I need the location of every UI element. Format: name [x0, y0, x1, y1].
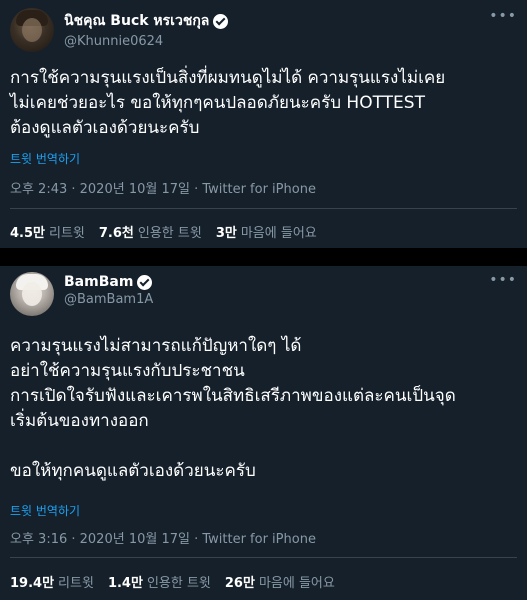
retweets-count: 4.5만 [10, 226, 45, 241]
author-names: นิชคุณ Buck หรเวชกุล @Khunnie0624 [64, 10, 229, 49]
divider [10, 557, 517, 558]
verified-badge-icon [213, 13, 229, 29]
translate-tweet-link[interactable]: 트윗 번역하기 [10, 150, 80, 167]
likes-label: 마음에 들어요 [258, 576, 335, 591]
author-display-name-row[interactable]: นิชคุณ Buck หรเวชกุล [64, 10, 229, 32]
quotes-count: 1.4만 [107, 576, 143, 591]
tweet-timestamp[interactable]: 오후 3:16 · 2020년 10월 17일 · Twitter for iP… [10, 528, 316, 547]
tweet-card-khunnie[interactable]: นิชคุณ Buck หรเวชกุล @Khunnie0624 ••• กา… [0, 0, 527, 248]
author-names: BamBam @BamBam1A [64, 274, 153, 307]
avatar-face [22, 18, 42, 42]
avatar[interactable] [10, 8, 54, 52]
author-handle[interactable]: @BamBam1A [64, 292, 153, 307]
tweet-text: ความรุนแรงไม่สามารถแก้ปัญหาใดๆ ได้ อย่าใ… [10, 336, 456, 481]
author-display-name[interactable]: BamBam [64, 274, 133, 290]
likes-count: 26만 [224, 576, 255, 591]
tweet-text: การใช้ความรุนแรงเป็นสิ่งที่ผมทนดูไม่ได้ … [10, 68, 446, 138]
retweets-label: 리트윗 [58, 576, 94, 591]
tweet-header: BamBam @BamBam1A ••• [10, 272, 517, 318]
likes-label: 마음에 들어요 [240, 226, 317, 241]
quotes-label: 인용한 트윗 [137, 226, 202, 241]
more-horizontal-icon[interactable]: ••• [489, 272, 517, 288]
translate-tweet-link[interactable]: 트윗 번역하기 [10, 502, 80, 519]
tweet-header: นิชคุณ Buck หรเวชกุล @Khunnie0624 ••• [10, 8, 517, 54]
author-display-name-row[interactable]: BamBam [64, 274, 153, 290]
retweets-stat[interactable]: 19.4만 리트윗 [10, 572, 94, 591]
tweet-card-bambam[interactable]: BamBam @BamBam1A ••• ความรุนแรงไม่สามารถ… [0, 266, 527, 600]
more-horizontal-icon[interactable]: ••• [489, 8, 517, 24]
retweets-label: 리트윗 [49, 226, 85, 241]
avatar-face [22, 282, 42, 306]
likes-count: 3만 [215, 226, 237, 241]
author-handle[interactable]: @Khunnie0624 [64, 34, 228, 49]
avatar[interactable] [10, 272, 54, 316]
likes-stat[interactable]: 26만 마음에 들어요 [225, 572, 335, 591]
tweet-timestamp[interactable]: 오후 2:43 · 2020년 10월 17일 · Twitter for iP… [10, 178, 316, 197]
divider [10, 208, 517, 209]
verified-badge-icon [137, 274, 153, 290]
retweets-stat[interactable]: 4.5만 리트윗 [10, 222, 85, 241]
quotes-label: 인용한 트윗 [146, 576, 211, 591]
tweet-stats: 19.4만 리트윗 1.4만 인용한 트윗 26만 마음에 들어요 [10, 572, 517, 591]
quotes-stat[interactable]: 1.4만 인용한 트윗 [108, 572, 211, 591]
tweet-stats: 4.5만 리트윗 7.6천 인용한 트윗 3만 마음에 들어요 [10, 222, 517, 241]
quotes-count: 7.6천 [98, 226, 134, 241]
quotes-stat[interactable]: 7.6천 인용한 트윗 [99, 222, 202, 241]
tweet-separator [0, 248, 527, 266]
likes-stat[interactable]: 3만 마음에 들어요 [216, 222, 317, 241]
retweets-count: 19.4만 [10, 576, 55, 591]
author-display-name[interactable]: นิชคุณ Buck หรเวชกุล [64, 10, 209, 32]
